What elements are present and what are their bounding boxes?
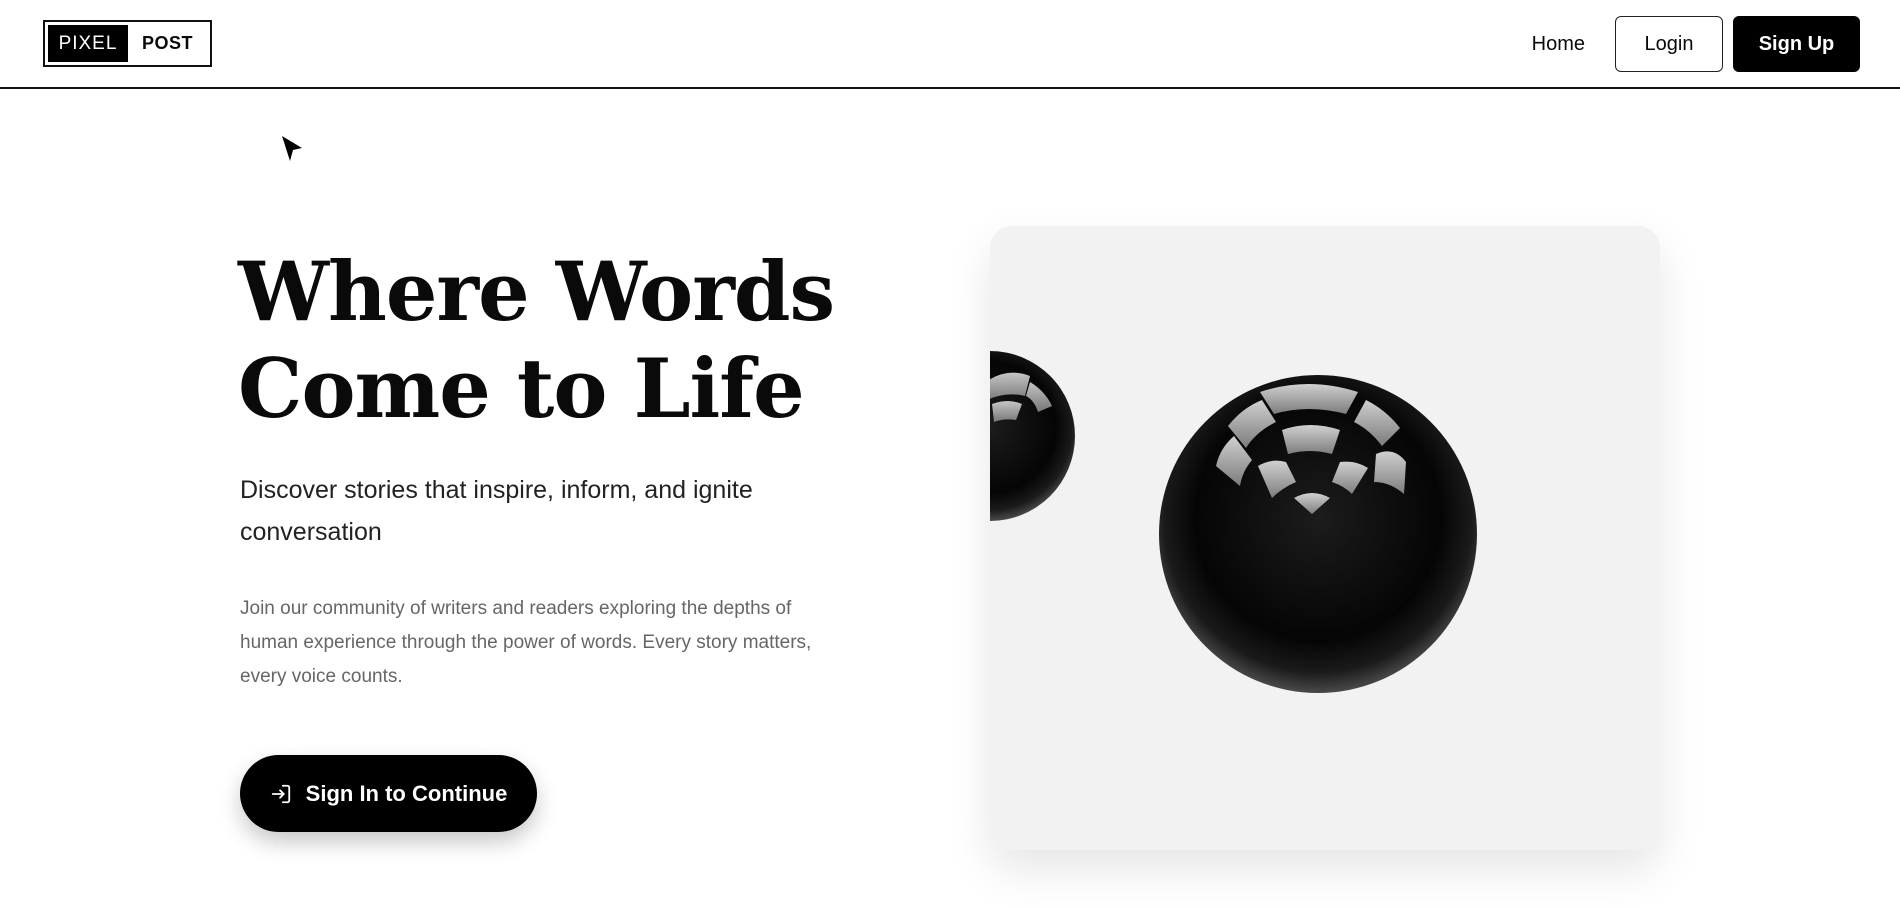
site-header: PIXEL POST Home Login Sign Up	[0, 0, 1900, 89]
logo-right-text: POST	[141, 33, 193, 53]
login-arrow-icon	[271, 784, 290, 803]
nav-home-link[interactable]: Home	[1532, 33, 1585, 56]
large-sphere	[1159, 375, 1477, 693]
cta-label: Sign In to Continue	[305, 780, 508, 806]
site-logo[interactable]: PIXEL POST	[43, 20, 212, 67]
logo-left-text: PIXEL	[48, 25, 128, 62]
sign-in-to-continue-button[interactable]: Sign In to Continue	[240, 755, 537, 832]
signup-button[interactable]: Sign Up	[1733, 16, 1860, 72]
mouse-cursor-icon	[282, 136, 302, 161]
glossy-spheres-image	[990, 351, 1477, 693]
hero-illustration-card	[990, 226, 1660, 850]
hero-subtitle: Discover stories that inspire, inform, a…	[240, 476, 753, 546]
hero-title: Where Words Come to Life	[238, 244, 878, 438]
hero-title-line-2: Come to Life	[238, 342, 805, 437]
small-sphere	[990, 351, 1075, 521]
main-nav: Home Login Sign Up	[1532, 16, 1860, 72]
hero-body-text: Join our community of writers and reader…	[240, 598, 812, 687]
login-button[interactable]: Login	[1615, 16, 1723, 72]
hero-title-line-1: Where Words	[238, 245, 835, 340]
